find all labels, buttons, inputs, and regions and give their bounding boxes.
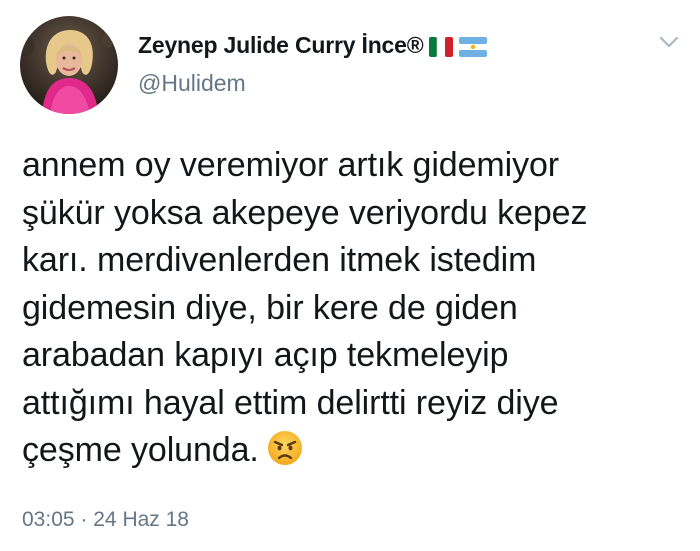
chevron-down-icon[interactable] xyxy=(658,34,680,50)
tweet-time[interactable]: 03:05 xyxy=(22,508,75,531)
argentina-flag-icon xyxy=(459,36,488,57)
tweet-text-line: annem oy veremiyor artık gidemiyor xyxy=(22,146,560,184)
tweet-text-last-line: çeşme yolunda. xyxy=(22,427,682,475)
tweet-text-line: şükür yoksa akepeye veriyordu kepez xyxy=(22,193,588,232)
tweet-date[interactable]: 24 Haz 18 xyxy=(93,508,189,531)
tweet-text-line: karı. merdivenlerden itmek istedim xyxy=(22,241,537,279)
author-name-row[interactable]: Zeynep Julide Curry İnce® xyxy=(138,32,488,59)
tweet-timestamp[interactable]: 03:05 · 24 Haz 18 xyxy=(22,508,189,532)
display-name[interactable]: Zeynep Julide Curry İnce® xyxy=(138,32,424,59)
tweet-card: Zeynep Julide Curry İnce® @Hulidem annem… xyxy=(0,0,700,551)
user-handle[interactable]: @Hulidem xyxy=(138,70,246,97)
tweet-text-line: çeşme yolunda. xyxy=(22,431,259,469)
avatar[interactable] xyxy=(20,16,118,114)
angry-face-icon xyxy=(267,430,303,466)
italy-flag-icon xyxy=(429,36,454,57)
tweet-text-line: attığımı hayal ettim delirtti reyiz diye xyxy=(22,383,559,422)
tweet-text-line: gidemesin diye, bir kere de giden xyxy=(22,288,518,327)
timestamp-separator: · xyxy=(80,508,88,531)
tweet-text: annem oy veremiyor artık gidemiyor şükür… xyxy=(22,142,682,475)
tweet-text-line: arabadan kapıyı açıp tekmeleyip xyxy=(22,336,509,374)
